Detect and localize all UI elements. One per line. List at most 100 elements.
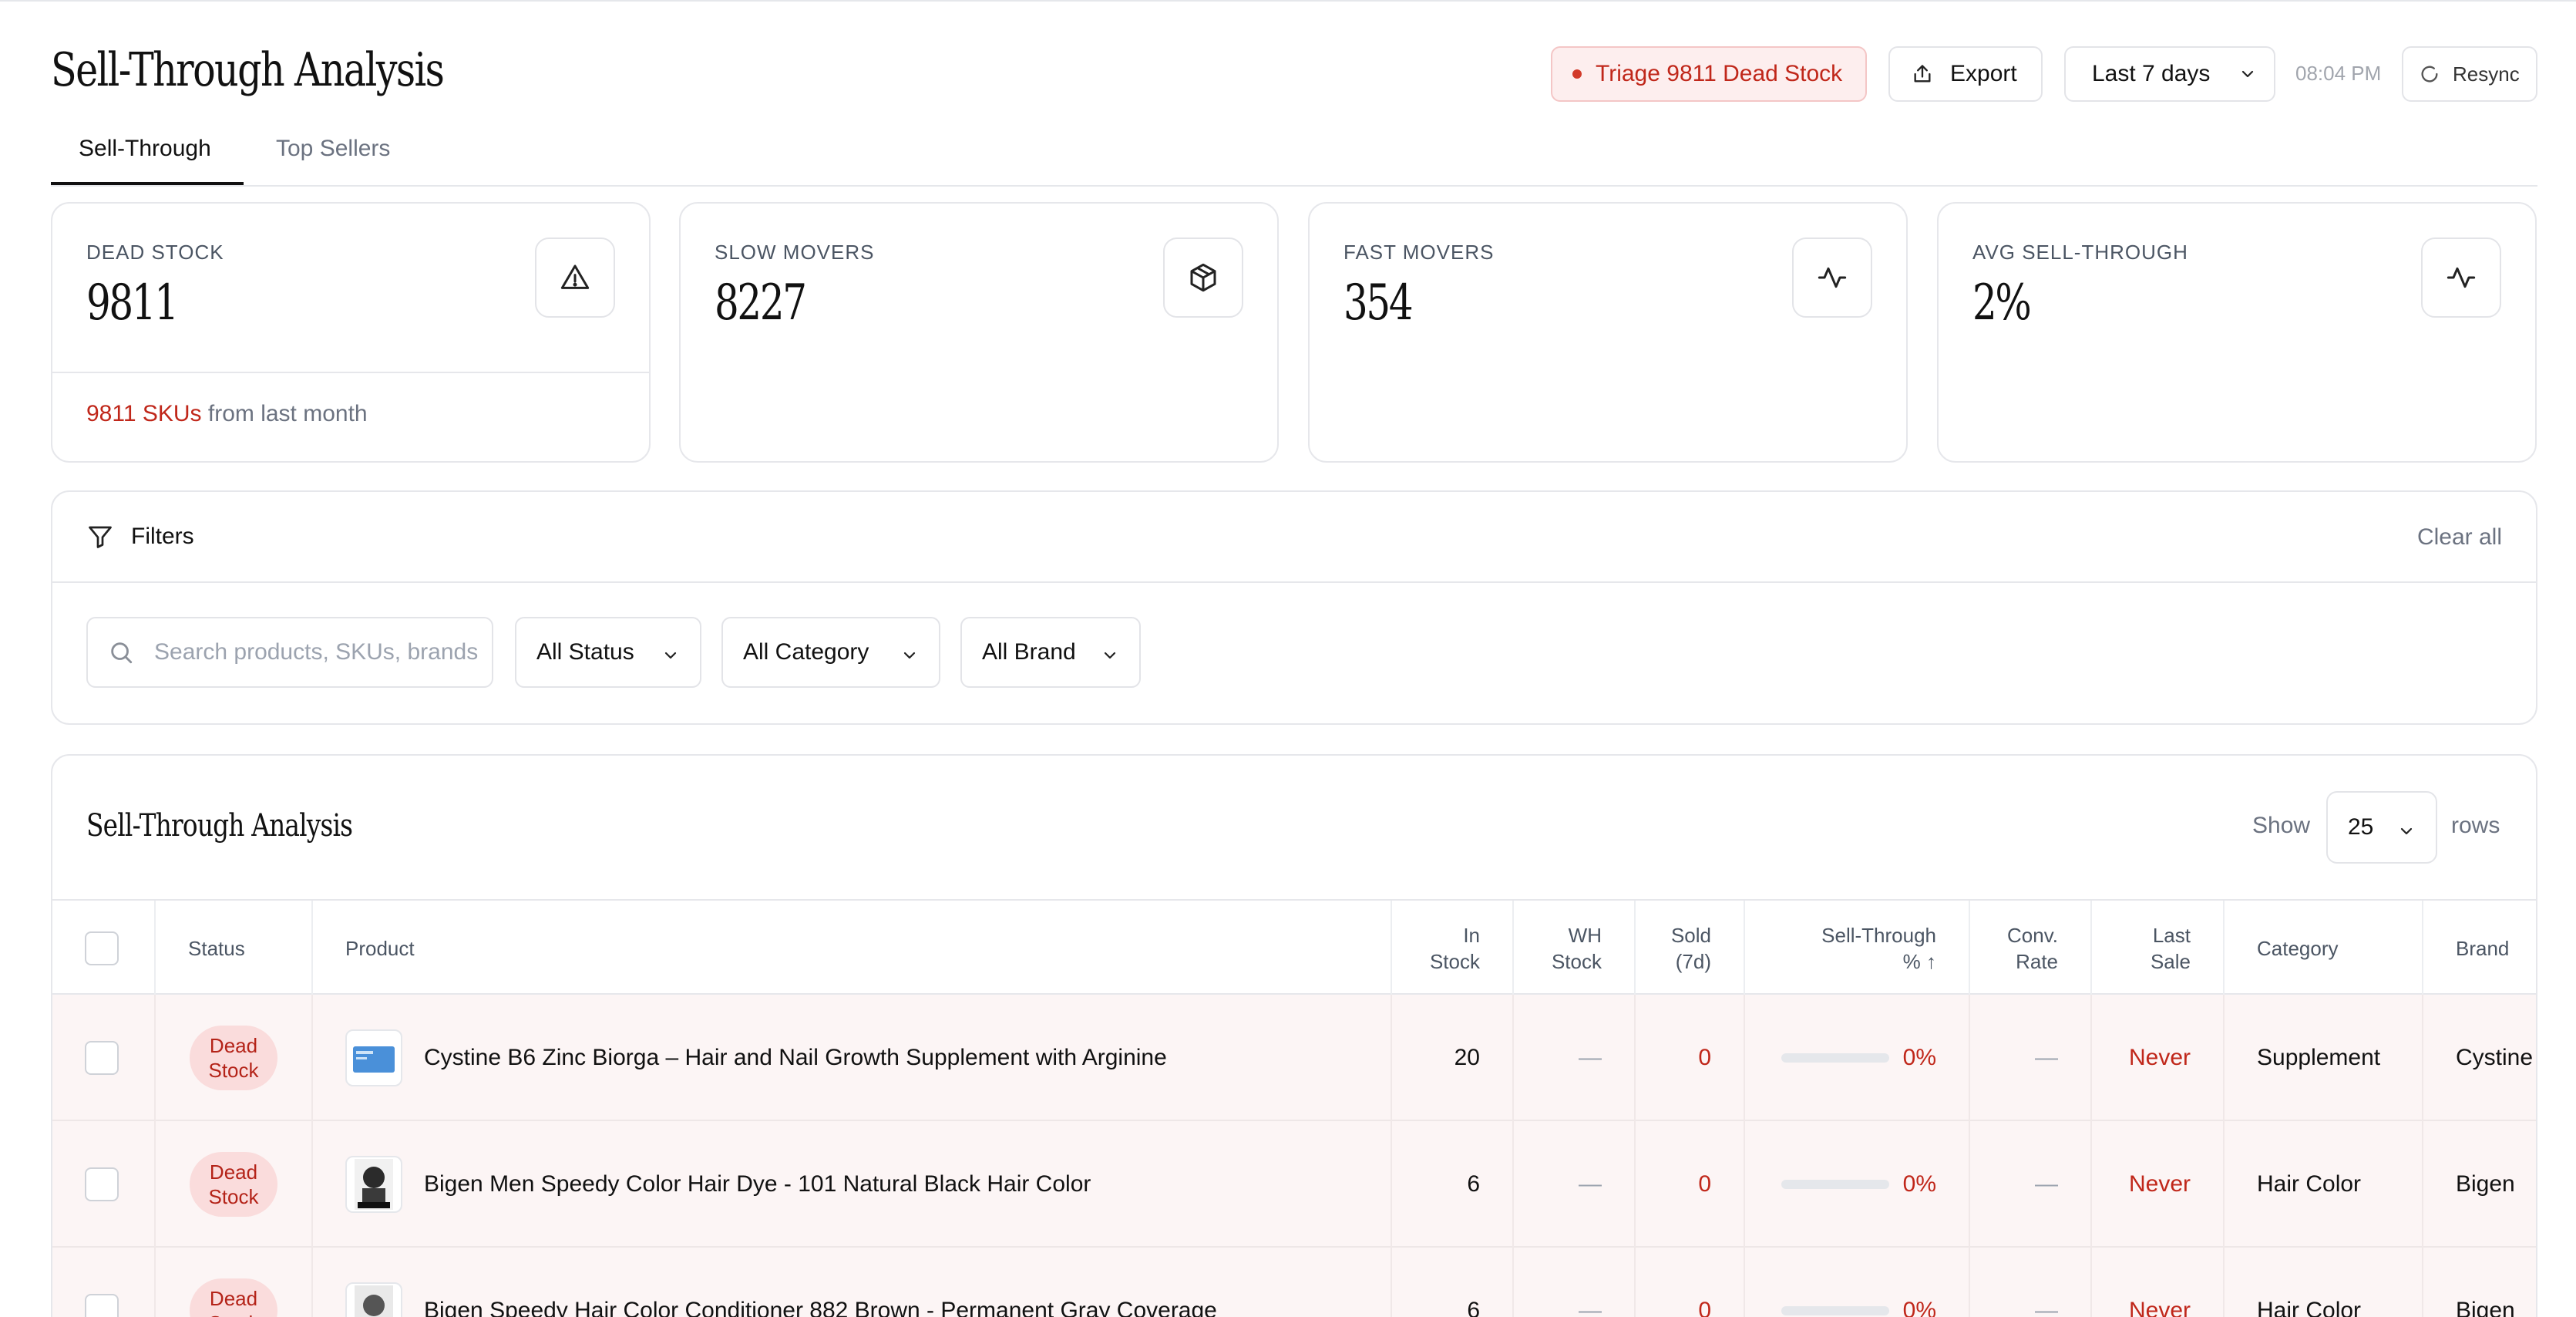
column-last-sale-line2: Sale [2150,950,2191,973]
column-brand[interactable]: Brand [2423,901,2536,996]
stat-label: FAST MOVERS [1343,241,1495,264]
chevron-down-icon [1104,652,1116,659]
resync-button[interactable]: Resync [2402,46,2537,102]
package-icon [1190,263,1216,292]
brand-cell: Cystine [2456,1045,2534,1070]
category-cell: Hair Color [2225,1121,2423,1248]
row-select-cell [52,995,156,1121]
select-all-checkbox[interactable] [85,931,119,965]
conv-rate-cell: — [1970,995,2092,1121]
wh-stock-value: — [1579,1298,1602,1317]
supplement-box-image [353,1046,395,1073]
status-badge: Dead Stock [190,1026,277,1090]
stat-icon-box [2421,237,2501,318]
brand-filter-select[interactable]: All Brand [960,617,1141,688]
column-sell-through-line1: Sell-Through [1821,924,1936,947]
column-last-sale[interactable]: Last Sale [2092,901,2225,996]
column-status[interactable]: Status [156,901,313,996]
chevron-down-icon [2241,70,2254,78]
product-name[interactable]: Bigen Speedy Hair Color Conditioner 882 … [424,1298,1217,1317]
stat-footer: 9811 SKUs from last month [52,372,649,427]
stat-icon-box [1163,237,1243,318]
sell-through-cell: 0% [1745,995,1970,1121]
last-sale-value: Never [2128,1171,2191,1197]
conv-rate-value: — [2035,1298,2058,1317]
table-row[interactable]: Dead Stock Bigen Men Speedy Color Hair D… [52,1121,2536,1248]
chevron-down-icon [2400,827,2413,835]
column-category[interactable]: Category [2225,901,2423,996]
resync-label: Resync [2453,62,2520,86]
brand-filter-value: All Brand [982,639,1076,665]
active-tab-indicator [51,182,244,185]
triage-dead-stock-button[interactable]: Triage 9811 Dead Stock [1551,46,1867,102]
search-icon [111,642,133,664]
clear-all-button[interactable]: Clear all [2417,524,2502,551]
activity-icon [1818,267,1847,288]
hair-dye-box-image [355,1285,393,1317]
column-in-stock[interactable]: In Stock [1392,901,1514,996]
rows-per-page-value: 25 [2348,814,2374,840]
stat-value: 354 [1343,275,1414,332]
column-sold-7d[interactable]: Sold (7d) [1636,901,1745,996]
status-badge: Dead Stock [190,1152,277,1217]
status-cell: Dead Stock [156,995,313,1121]
last-sale-cell: Never [2092,995,2225,1121]
row-checkbox[interactable] [85,1167,119,1201]
sold-value: 0 [1698,1045,1711,1070]
sold-cell: 0 [1636,1121,1745,1248]
search-box[interactable] [86,617,493,688]
category-filter-select[interactable]: All Category [721,617,940,688]
column-sell-through-line2: % ↑ [1902,950,1936,973]
category-cell: Supplement [2225,995,2423,1121]
sell-through-table-panel: Sell-Through Analysis Show 25 rows Statu… [51,754,2537,1317]
product-name[interactable]: Cystine B6 Zinc Biorga – Hair and Nail G… [424,1045,1167,1071]
product-thumbnail [345,1029,402,1086]
tab-top-sellers[interactable]: Top Sellers [276,136,390,162]
sold-cell: 0 [1636,995,1745,1121]
wh-stock-cell: — [1514,1121,1636,1248]
filters-header: Filters Clear all [52,492,2536,583]
column-sell-through[interactable]: Sell-Through % ↑ [1745,901,1970,996]
table-title: Sell-Through Analysis [86,808,353,844]
table-row[interactable]: Dead Stock Cystine B6 Zinc Biorga – Hair… [52,995,2536,1121]
wh-stock-value: — [1579,1045,1602,1070]
filters-panel: Filters Clear all All Status All Categor… [51,490,2537,725]
status-cell: Dead Stock [156,1248,313,1317]
filter-icon [89,526,112,548]
select-all-cell [52,901,156,996]
sold-value: 0 [1698,1298,1711,1317]
stat-card-fast-movers: FAST MOVERS 354 [1308,202,1908,463]
product-name[interactable]: Bigen Men Speedy Color Hair Dye - 101 Na… [424,1171,1091,1197]
column-conv-line1: Conv. [2007,924,2058,947]
conv-rate-value: — [2035,1171,2058,1197]
status-filter-select[interactable]: All Status [515,617,701,688]
row-checkbox[interactable] [85,1041,119,1075]
stat-footer-text: from last month [207,401,368,426]
rows-per-page-select[interactable]: 25 [2326,791,2437,864]
stat-icon-box [1792,237,1872,318]
table-row[interactable]: Dead Stock Bigen Speedy Hair Color Condi… [52,1248,2536,1317]
last-sale-value: Never [2128,1298,2191,1317]
row-select-cell [52,1121,156,1248]
column-wh-stock[interactable]: WH Stock [1514,901,1636,996]
export-button[interactable]: Export [1888,46,2043,102]
column-sold-line1: Sold [1670,924,1711,947]
stat-footer-highlight: 9811 SKUs [86,401,202,426]
row-checkbox[interactable] [85,1294,119,1317]
filters-title: Filters [86,523,194,551]
column-wh-stock-line1: WH [1568,924,1602,947]
activity-icon [2447,267,2476,288]
tab-sell-through[interactable]: Sell-Through [79,136,211,162]
column-conv-rate[interactable]: Conv. Rate [1970,901,2092,996]
search-input[interactable] [154,639,478,665]
conv-rate-cell: — [1970,1121,2092,1248]
product-thumbnail [345,1156,402,1213]
share-export-icon [1914,65,1931,83]
column-product[interactable]: Product [313,901,1392,996]
stat-label: DEAD STOCK [86,241,224,264]
date-range-select[interactable]: Last 7 days [2064,46,2275,102]
wh-stock-value: — [1579,1171,1602,1197]
product-cell: Cystine B6 Zinc Biorga – Hair and Nail G… [313,995,1392,1121]
column-sold-line2: (7d) [1675,950,1711,973]
wh-stock-cell: — [1514,1248,1636,1317]
